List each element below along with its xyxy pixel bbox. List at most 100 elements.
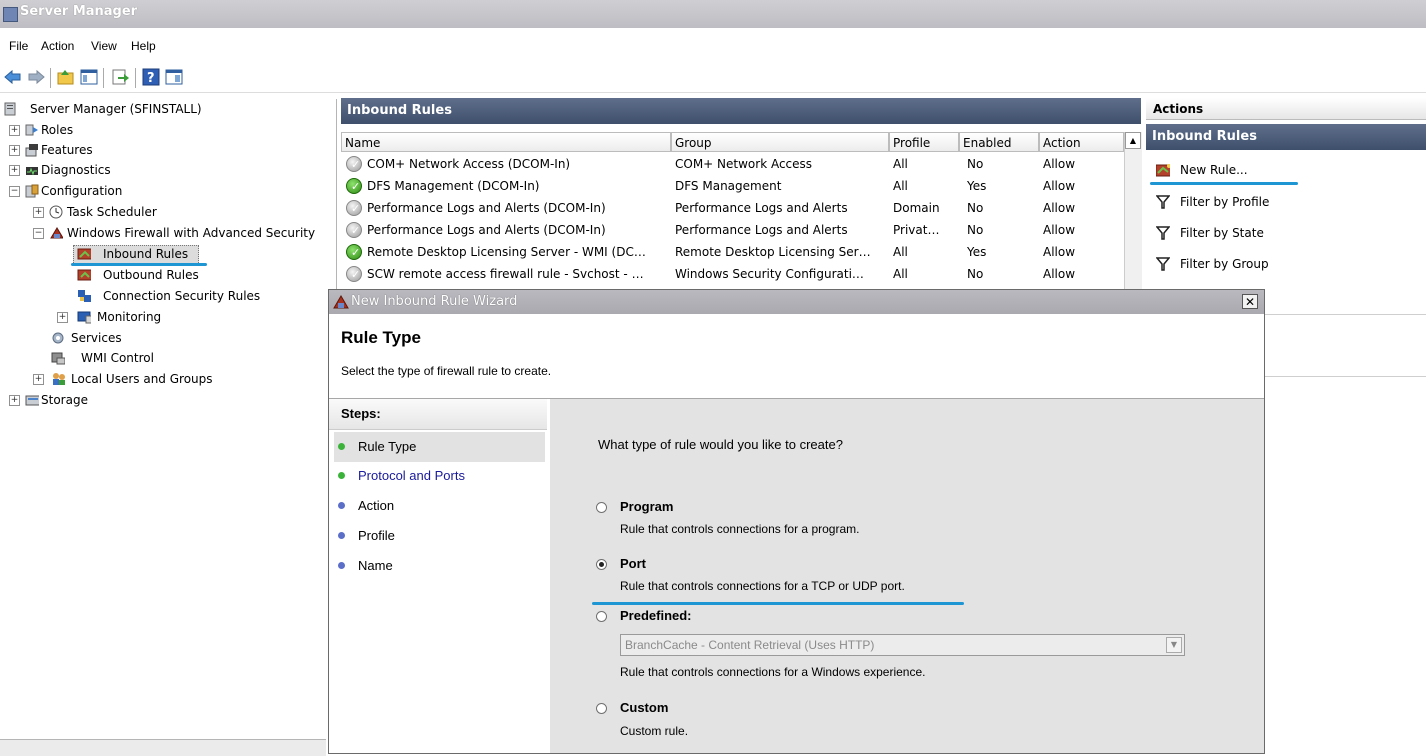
rule-enabled-icon: ✓ — [346, 178, 362, 194]
filter-icon — [1156, 257, 1170, 271]
rule-disabled-icon: ✓ — [346, 200, 362, 216]
rule-row[interactable]: ✓ Remote Desktop Licensing Server - WMI (… — [341, 241, 1131, 263]
export-list-icon[interactable] — [110, 67, 130, 87]
forward-arrow-icon[interactable] — [26, 67, 46, 87]
predefined-dropdown[interactable]: BranchCache - Content Retrieval (Uses HT… — [620, 634, 1185, 656]
rule-cell-enabled: No — [967, 157, 984, 171]
rule-cell-profile: All — [893, 157, 908, 171]
tree-label: Storage — [41, 393, 88, 407]
action-label: Filter by Profile — [1180, 195, 1270, 209]
rule-cell-group: Windows Security Configurati… — [675, 267, 864, 281]
new-rule-icon — [1156, 164, 1170, 177]
inbound-rules-pane: Inbound Rules Name Group Profile Enabled… — [341, 98, 1142, 294]
scroll-up-arrow-icon[interactable]: ▲ — [1125, 132, 1141, 149]
collapse-icon[interactable]: − — [33, 228, 44, 239]
radio-predefined[interactable] — [596, 611, 607, 622]
help-icon[interactable]: ? — [141, 67, 161, 87]
filter-icon — [1156, 226, 1170, 240]
action-filter-by-profile[interactable]: Filter by Profile — [1152, 189, 1420, 215]
wizard-steps-panel: Steps: Rule Type Protocol and Ports Acti… — [329, 399, 549, 753]
option-custom-desc: Custom rule. — [620, 724, 689, 738]
wizard-header: Rule Type Select the type of firewall ru… — [329, 314, 1264, 399]
option-program-title: Program — [620, 499, 674, 514]
menu-file[interactable]: File — [9, 39, 28, 53]
wizard-title: New Inbound Rule Wizard — [351, 294, 518, 309]
wizard-subtitle: Select the type of firewall rule to crea… — [341, 364, 552, 378]
expand-icon[interactable]: + — [9, 125, 20, 136]
actions-header: Actions — [1146, 98, 1426, 120]
column-header-enabled[interactable]: Enabled — [959, 132, 1039, 152]
radio-port[interactable] — [596, 559, 607, 570]
window-title-bar: Server Manager — [0, 0, 1426, 28]
show-hide-action-pane-icon[interactable] — [164, 67, 184, 87]
divider — [1262, 314, 1426, 315]
rule-cell-name: Performance Logs and Alerts (DCOM-In) — [367, 223, 606, 237]
back-arrow-icon[interactable] — [3, 67, 23, 87]
rule-cell-action: Allow — [1043, 157, 1076, 171]
step-bullet-icon — [338, 532, 345, 539]
rule-cell-profile: All — [893, 267, 908, 281]
radio-program[interactable] — [596, 502, 607, 513]
rules-vertical-scrollbar[interactable]: ▲ — [1124, 132, 1142, 294]
expand-icon[interactable]: + — [33, 374, 44, 385]
action-filter-by-state[interactable]: Filter by State — [1152, 220, 1420, 246]
step-label: Action — [358, 498, 395, 513]
rule-disabled-icon: ✓ — [346, 156, 362, 172]
predefined-dropdown-value: BranchCache - Content Retrieval (Uses HT… — [625, 638, 875, 652]
chevron-down-icon[interactable]: ▼ — [1166, 637, 1182, 653]
expand-icon[interactable]: + — [33, 207, 44, 218]
option-program-desc: Rule that controls connections for a pro… — [620, 522, 860, 536]
expand-icon[interactable]: + — [9, 165, 20, 176]
rule-row[interactable]: ✓ COM+ Network Access (DCOM-In) COM+ Netwo… — [341, 153, 1131, 175]
rule-row[interactable]: ✓ DFS Management (DCOM-In) DFS Management A… — [341, 175, 1131, 197]
step-profile: Profile — [334, 521, 545, 551]
column-header-profile[interactable]: Profile — [889, 132, 959, 152]
tree-label: Connection Security Rules — [103, 289, 261, 303]
expand-icon[interactable]: + — [9, 145, 20, 156]
action-new-rule[interactable]: New Rule... — [1152, 157, 1420, 183]
column-header-action[interactable]: Action — [1039, 132, 1124, 152]
rule-cell-enabled: No — [967, 223, 984, 237]
tree-label: Roles — [41, 123, 74, 137]
radio-custom[interactable] — [596, 703, 607, 714]
column-header-group[interactable]: Group — [671, 132, 889, 152]
column-header-name[interactable]: Name — [341, 132, 671, 152]
step-protocol-and-ports[interactable]: Protocol and Ports — [334, 461, 545, 491]
collapse-icon[interactable]: − — [9, 186, 20, 197]
step-bullet-icon — [338, 502, 345, 509]
rule-row[interactable]: ✓ Performance Logs and Alerts (DCOM-In) Pe… — [341, 197, 1131, 219]
step-bullet-icon — [338, 472, 345, 479]
tree-label: Diagnostics — [41, 163, 111, 177]
console-tree: Server Manager (SFINSTALL) + Roles + Fea… — [0, 99, 337, 756]
inbound-rules-icon — [77, 248, 91, 260]
rule-cell-name: COM+ Network Access (DCOM-In) — [367, 157, 571, 171]
up-folder-icon[interactable] — [56, 67, 76, 87]
menu-help[interactable]: Help — [131, 39, 156, 53]
toolbar: ? — [0, 62, 1426, 93]
tree-horizontal-scrollbar[interactable] — [0, 739, 326, 756]
window-title: Server Manager — [20, 4, 138, 19]
expand-icon[interactable]: + — [9, 395, 20, 406]
expand-icon[interactable]: + — [57, 312, 68, 323]
rule-row[interactable]: ✓ Performance Logs and Alerts (DCOM-In) Pe… — [341, 219, 1131, 241]
menu-action[interactable]: Action — [41, 39, 74, 53]
features-icon — [25, 144, 38, 157]
menu-view[interactable]: View — [91, 39, 117, 53]
show-hide-console-tree-icon[interactable] — [79, 67, 99, 87]
menu-bar: File Action View Help — [0, 35, 1426, 57]
rule-disabled-icon: ✓ — [346, 222, 362, 238]
actions-section-inbound-rules[interactable]: Inbound Rules — [1146, 124, 1426, 150]
step-label: Protocol and Ports — [358, 468, 465, 483]
storage-icon — [25, 395, 39, 406]
rule-cell-action: Allow — [1043, 245, 1076, 259]
step-bullet-icon — [338, 562, 345, 569]
tree-label: Inbound Rules — [103, 247, 189, 261]
action-filter-by-group[interactable]: Filter by Group — [1152, 251, 1420, 277]
tree-label: Server Manager (SFINSTALL) — [30, 102, 202, 116]
step-label: Profile — [358, 528, 395, 543]
step-label: Name — [358, 558, 393, 573]
close-icon[interactable]: ✕ — [1242, 294, 1258, 309]
steps-label: Steps: — [341, 406, 381, 421]
rule-row[interactable]: ✓ SCW remote access firewall rule - Svcho… — [341, 263, 1131, 285]
services-gear-icon — [52, 332, 64, 344]
